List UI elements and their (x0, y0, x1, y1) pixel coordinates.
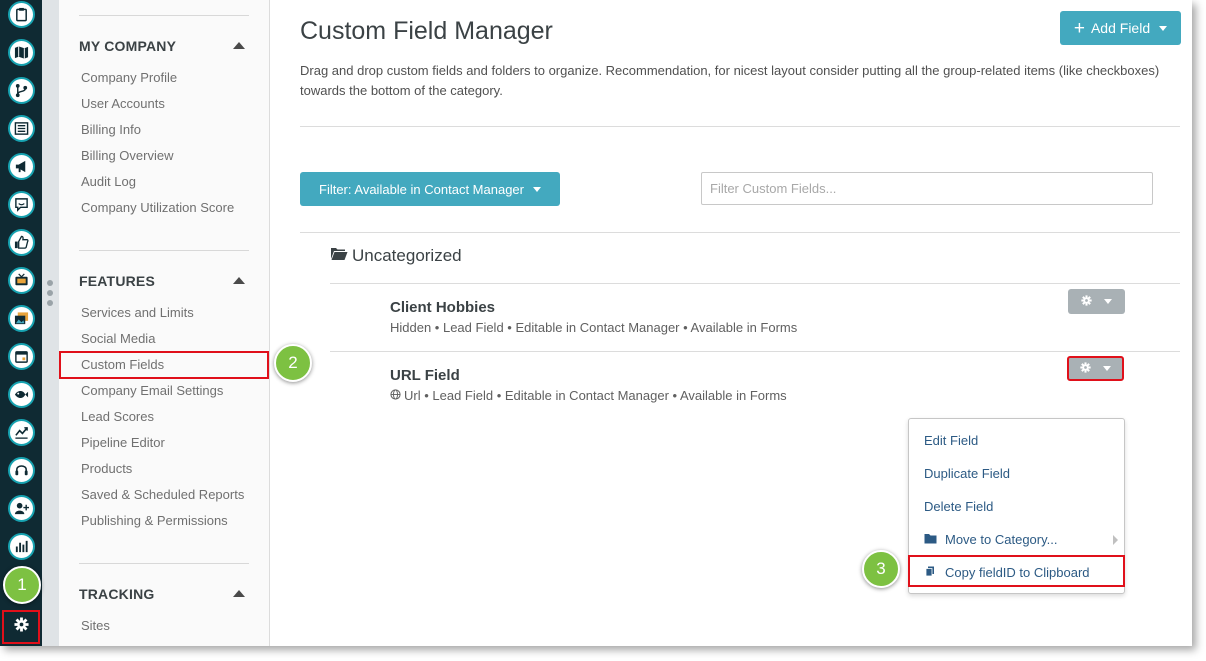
nav-item-saved-scheduled-reports[interactable]: Saved & Scheduled Reports (81, 487, 244, 502)
section-divider (300, 232, 1180, 233)
page-title: Custom Field Manager (300, 17, 553, 45)
nav-section-tracking[interactable]: TRACKING (79, 586, 249, 602)
field-name-url-field[interactable]: URL Field (390, 367, 460, 384)
gear-icon (1081, 293, 1092, 311)
chevron-down-icon (1103, 366, 1111, 371)
nav-item-services-and-limits[interactable]: Services and Limits (81, 305, 194, 320)
globe-icon (390, 388, 401, 403)
copy-fieldid-highlight-box (908, 555, 1125, 587)
clipboard-icon[interactable] (8, 1, 35, 28)
megaphone-icon[interactable] (8, 153, 35, 180)
drag-handle-dot[interactable] (47, 290, 53, 296)
icon-rail (0, 0, 42, 646)
nav-item-user-accounts[interactable]: User Accounts (81, 96, 165, 111)
nav-section-my-company[interactable]: MY COMPANY (79, 38, 249, 54)
nav-item-lead-scores[interactable]: Lead Scores (81, 409, 154, 424)
nav-divider (79, 15, 249, 16)
gear-icon (13, 617, 29, 637)
nav-item-social-media[interactable]: Social Media (81, 331, 155, 346)
nav-item-company-utilization-score[interactable]: Company Utilization Score (81, 200, 234, 215)
menu-item-duplicate-field[interactable]: Duplicate Field (924, 466, 1010, 481)
field-meta: Hidden • Lead Field • Editable in Contac… (390, 320, 798, 335)
collapse-caret-icon[interactable] (233, 277, 245, 284)
menu-item-edit-field[interactable]: Edit Field (924, 433, 978, 448)
chevron-right-icon (1113, 535, 1118, 545)
chat-icon[interactable] (8, 191, 35, 218)
calendar-icon[interactable] (8, 343, 35, 370)
filter-custom-fields-input[interactable] (701, 172, 1153, 205)
nav-item-products[interactable]: Products (81, 461, 132, 476)
collapse-caret-icon[interactable] (233, 590, 245, 597)
nav-item-billing-overview[interactable]: Billing Overview (81, 148, 173, 163)
nav-divider (79, 563, 249, 564)
collapse-caret-icon[interactable] (233, 42, 245, 49)
drag-handle-dot[interactable] (47, 300, 53, 306)
settings-gear-button[interactable] (2, 610, 40, 644)
row-divider (330, 283, 1180, 284)
chevron-down-icon (532, 186, 541, 192)
app-window: MY COMPANY Company Profile User Accounts… (0, 0, 1192, 646)
row-divider (330, 351, 1180, 352)
field-options-button[interactable] (1068, 289, 1125, 314)
category-title: Uncategorized (352, 246, 462, 265)
custom-fields-highlight-box (59, 351, 269, 379)
gear-icon (1080, 360, 1091, 378)
tv-icon[interactable] (8, 267, 35, 294)
nav-item-billing-info[interactable]: Billing Info (81, 122, 141, 137)
field-name-client-hobbies[interactable]: Client Hobbies (390, 299, 495, 316)
filter-dropdown-button[interactable]: Filter: Available in Contact Manager (300, 172, 560, 206)
image-icon[interactable] (8, 305, 35, 332)
chevron-down-icon (1159, 25, 1168, 31)
list-icon[interactable] (8, 115, 35, 142)
plus-icon: + (1073, 17, 1085, 39)
user-add-icon[interactable] (8, 495, 35, 522)
bar-chart-icon[interactable] (8, 533, 35, 560)
menu-item-move-to-category[interactable]: Move to Category... (924, 532, 1057, 547)
page-description: Drag and drop custom fields and folders … (300, 63, 1160, 98)
main-panel: Custom Field Manager + Add Field Drag an… (270, 0, 1192, 646)
nav-item-audit-log[interactable]: Audit Log (81, 174, 136, 189)
headset-icon[interactable] (8, 457, 35, 484)
step-badge-2: 2 (274, 344, 312, 382)
add-field-button[interactable]: + Add Field (1060, 11, 1181, 45)
settings-nav: MY COMPANY Company Profile User Accounts… (59, 0, 270, 646)
panel-resize-strip[interactable] (42, 0, 59, 646)
nav-item-pipeline-editor[interactable]: Pipeline Editor (81, 435, 165, 450)
step-badge-1: 1 (3, 566, 41, 604)
field-options-menu: Edit Field Duplicate Field Delete Field … (908, 418, 1125, 594)
category-uncategorized[interactable]: Uncategorized (330, 246, 462, 266)
chart-line-icon[interactable] (8, 419, 35, 446)
folder-icon (924, 532, 937, 547)
menu-item-delete-field[interactable]: Delete Field (924, 499, 993, 514)
branch-icon[interactable] (8, 77, 35, 104)
nav-item-sites[interactable]: Sites (81, 618, 110, 633)
nav-item-publishing-permissions[interactable]: Publishing & Permissions (81, 513, 228, 528)
nav-item-company-profile[interactable]: Company Profile (81, 70, 177, 85)
field-meta: Url • Lead Field • Editable in Contact M… (390, 388, 787, 403)
filter-label: Filter: Available in Contact Manager (319, 181, 524, 197)
thumbs-up-icon[interactable] (8, 229, 35, 256)
add-field-label: Add Field (1090, 20, 1151, 36)
step-badge-3: 3 (862, 550, 900, 588)
nav-divider (79, 250, 249, 251)
map-icon[interactable] (8, 39, 35, 66)
folder-open-icon (330, 246, 348, 266)
drag-handle-dot[interactable] (47, 280, 53, 286)
field-options-button-active[interactable] (1067, 356, 1124, 381)
chevron-down-icon (1104, 299, 1112, 304)
nav-item-company-email-settings[interactable]: Company Email Settings (81, 383, 223, 398)
fish-icon[interactable] (8, 381, 35, 408)
nav-section-features[interactable]: FEATURES (79, 273, 249, 289)
section-divider (300, 126, 1180, 127)
